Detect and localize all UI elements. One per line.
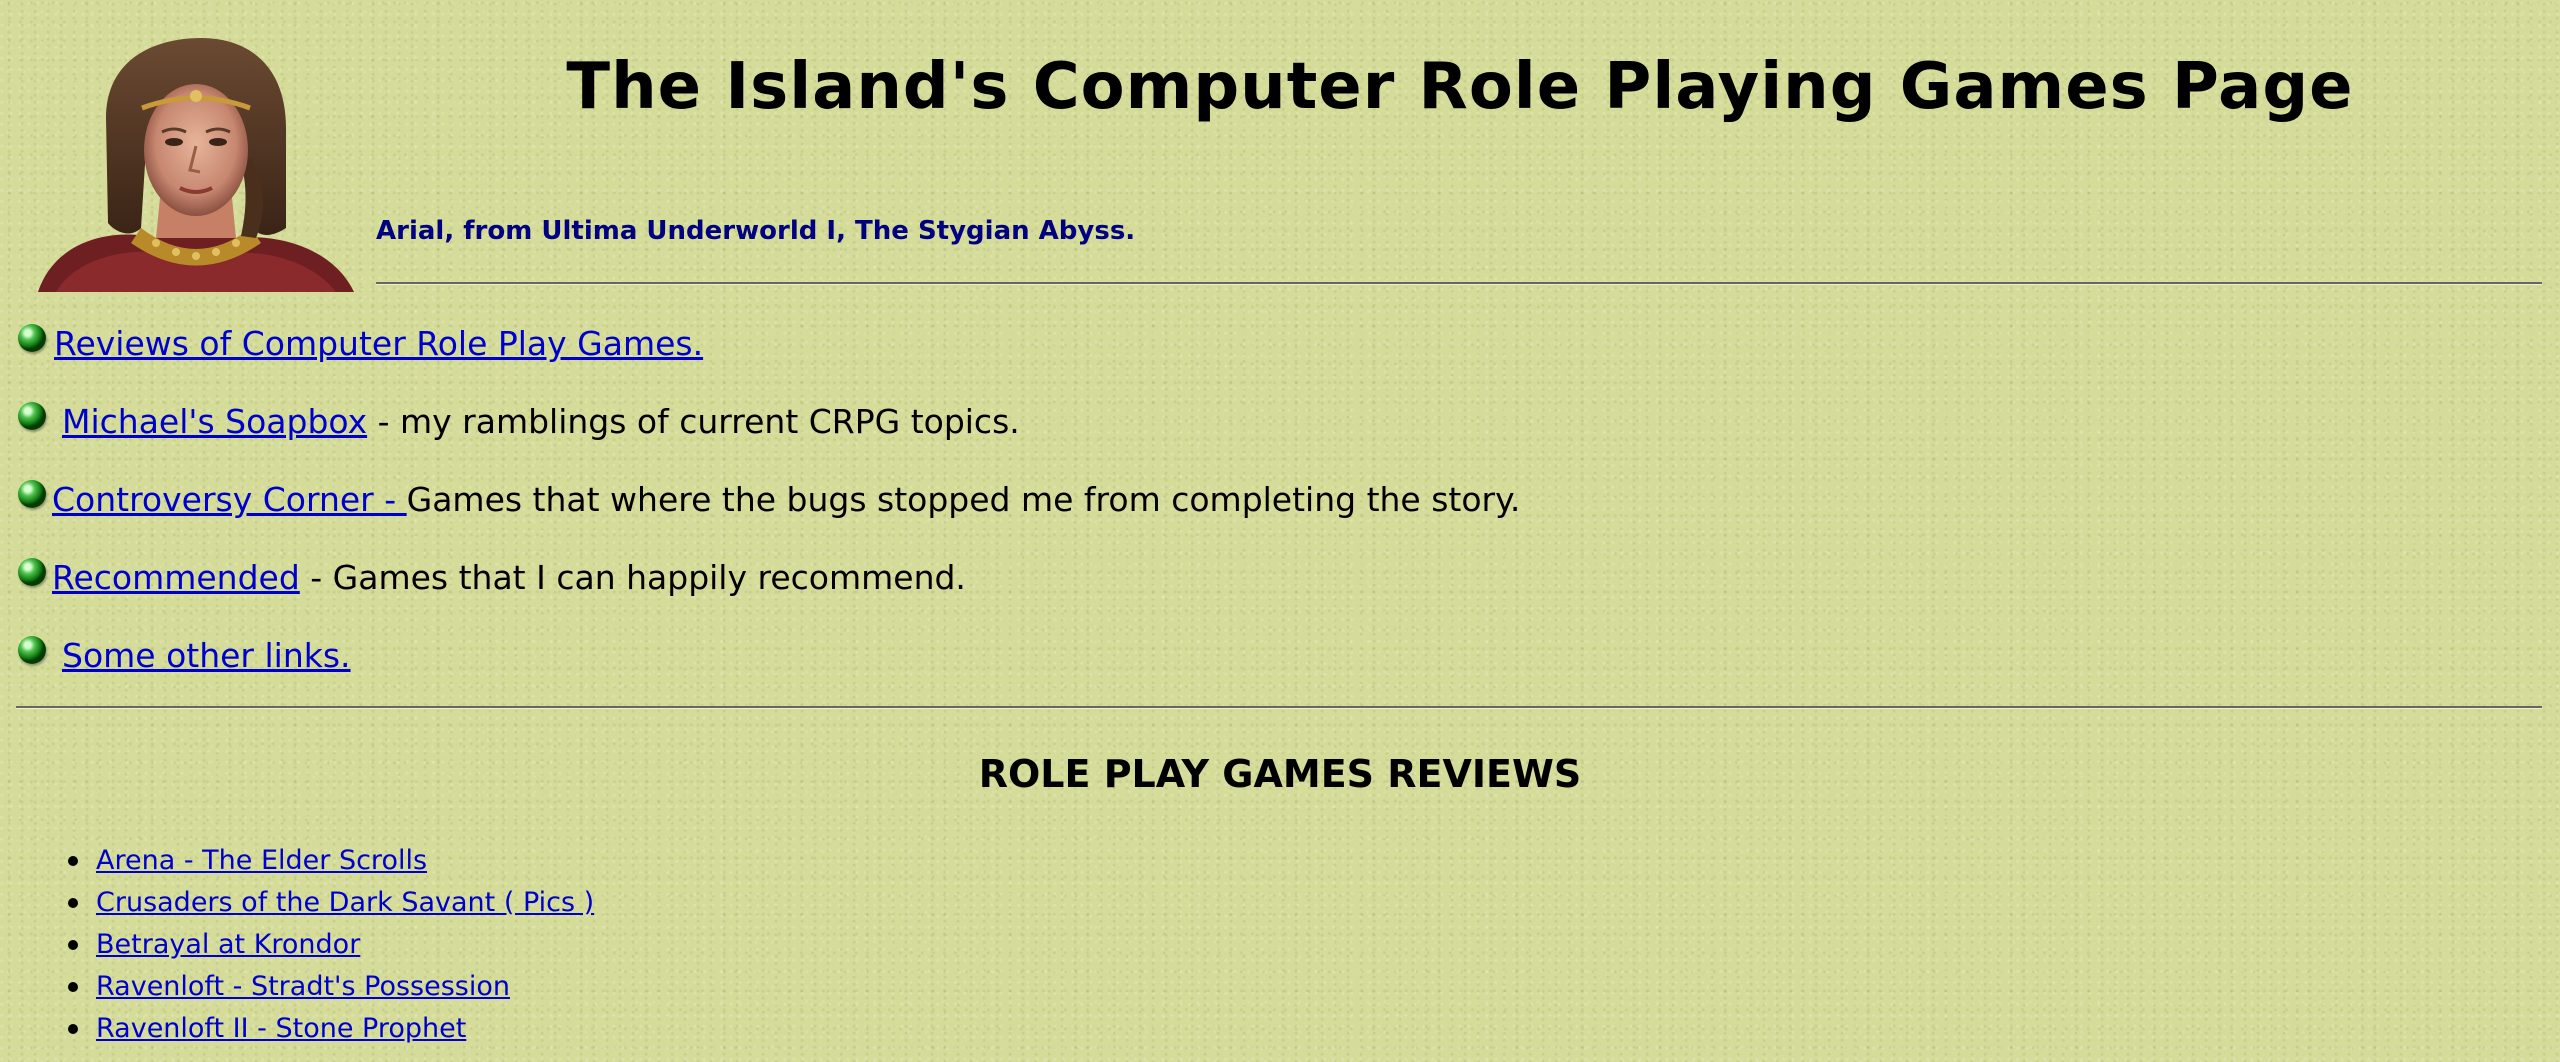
- green-ball-icon: [18, 558, 46, 586]
- controversy-description: Games that where the bugs stopped me fro…: [406, 480, 1521, 519]
- list-item: Betrayal at Krondor: [48, 924, 594, 966]
- reviews-heading: ROLE PLAY GAMES REVIEWS: [978, 752, 1582, 796]
- review-link-ravenloft-ii[interactable]: Ravenloft II - Stone Prophet: [96, 1013, 466, 1044]
- soapbox-link[interactable]: Michael's Soapbox: [62, 402, 367, 441]
- list-item: Arena - The Elder Scrolls: [48, 840, 594, 882]
- review-link-betrayal[interactable]: Betrayal at Krondor: [96, 929, 360, 960]
- review-link-arena[interactable]: Arena - The Elder Scrolls: [96, 845, 427, 876]
- recommended-link[interactable]: Recommended: [52, 558, 300, 597]
- review-link-ravenloft[interactable]: Ravenloft - Stradt's Possession: [96, 971, 510, 1002]
- arial-portrait-image: [38, 38, 354, 292]
- soapbox-description: - my ramblings of current CRPG topics.: [367, 402, 1020, 441]
- page-title: The Island's Computer Role Playing Games…: [566, 50, 2354, 124]
- review-link-crusaders[interactable]: Crusaders of the Dark Savant ( Pics ): [96, 887, 594, 918]
- bullet-dot-icon: [68, 1024, 78, 1034]
- green-ball-icon: [18, 636, 46, 664]
- controversy-link[interactable]: Controversy Corner -: [52, 480, 407, 519]
- list-item: Ravenloft II - Stone Prophet: [48, 1008, 594, 1050]
- other-links-link[interactable]: Some other links.: [62, 636, 351, 675]
- bullet-dot-icon: [68, 982, 78, 992]
- reviews-list: Arena - The Elder Scrolls Crusaders of t…: [48, 840, 594, 1050]
- green-ball-icon: [18, 324, 46, 352]
- list-item: Ravenloft - Stradt's Possession: [48, 966, 594, 1008]
- bullet-dot-icon: [68, 940, 78, 950]
- section-divider: [16, 706, 2542, 709]
- green-ball-icon: [18, 402, 46, 430]
- portrait-caption: Arial, from Ultima Underworld I, The Sty…: [376, 216, 1136, 246]
- bullet-dot-icon: [68, 856, 78, 866]
- green-ball-icon: [18, 480, 46, 508]
- list-item: Crusaders of the Dark Savant ( Pics ): [48, 882, 594, 924]
- recommended-description: - Games that I can happily recommend.: [299, 558, 966, 597]
- reviews-link[interactable]: Reviews of Computer Role Play Games.: [54, 324, 703, 363]
- header-divider: [376, 282, 2542, 285]
- bullet-dot-icon: [68, 898, 78, 908]
